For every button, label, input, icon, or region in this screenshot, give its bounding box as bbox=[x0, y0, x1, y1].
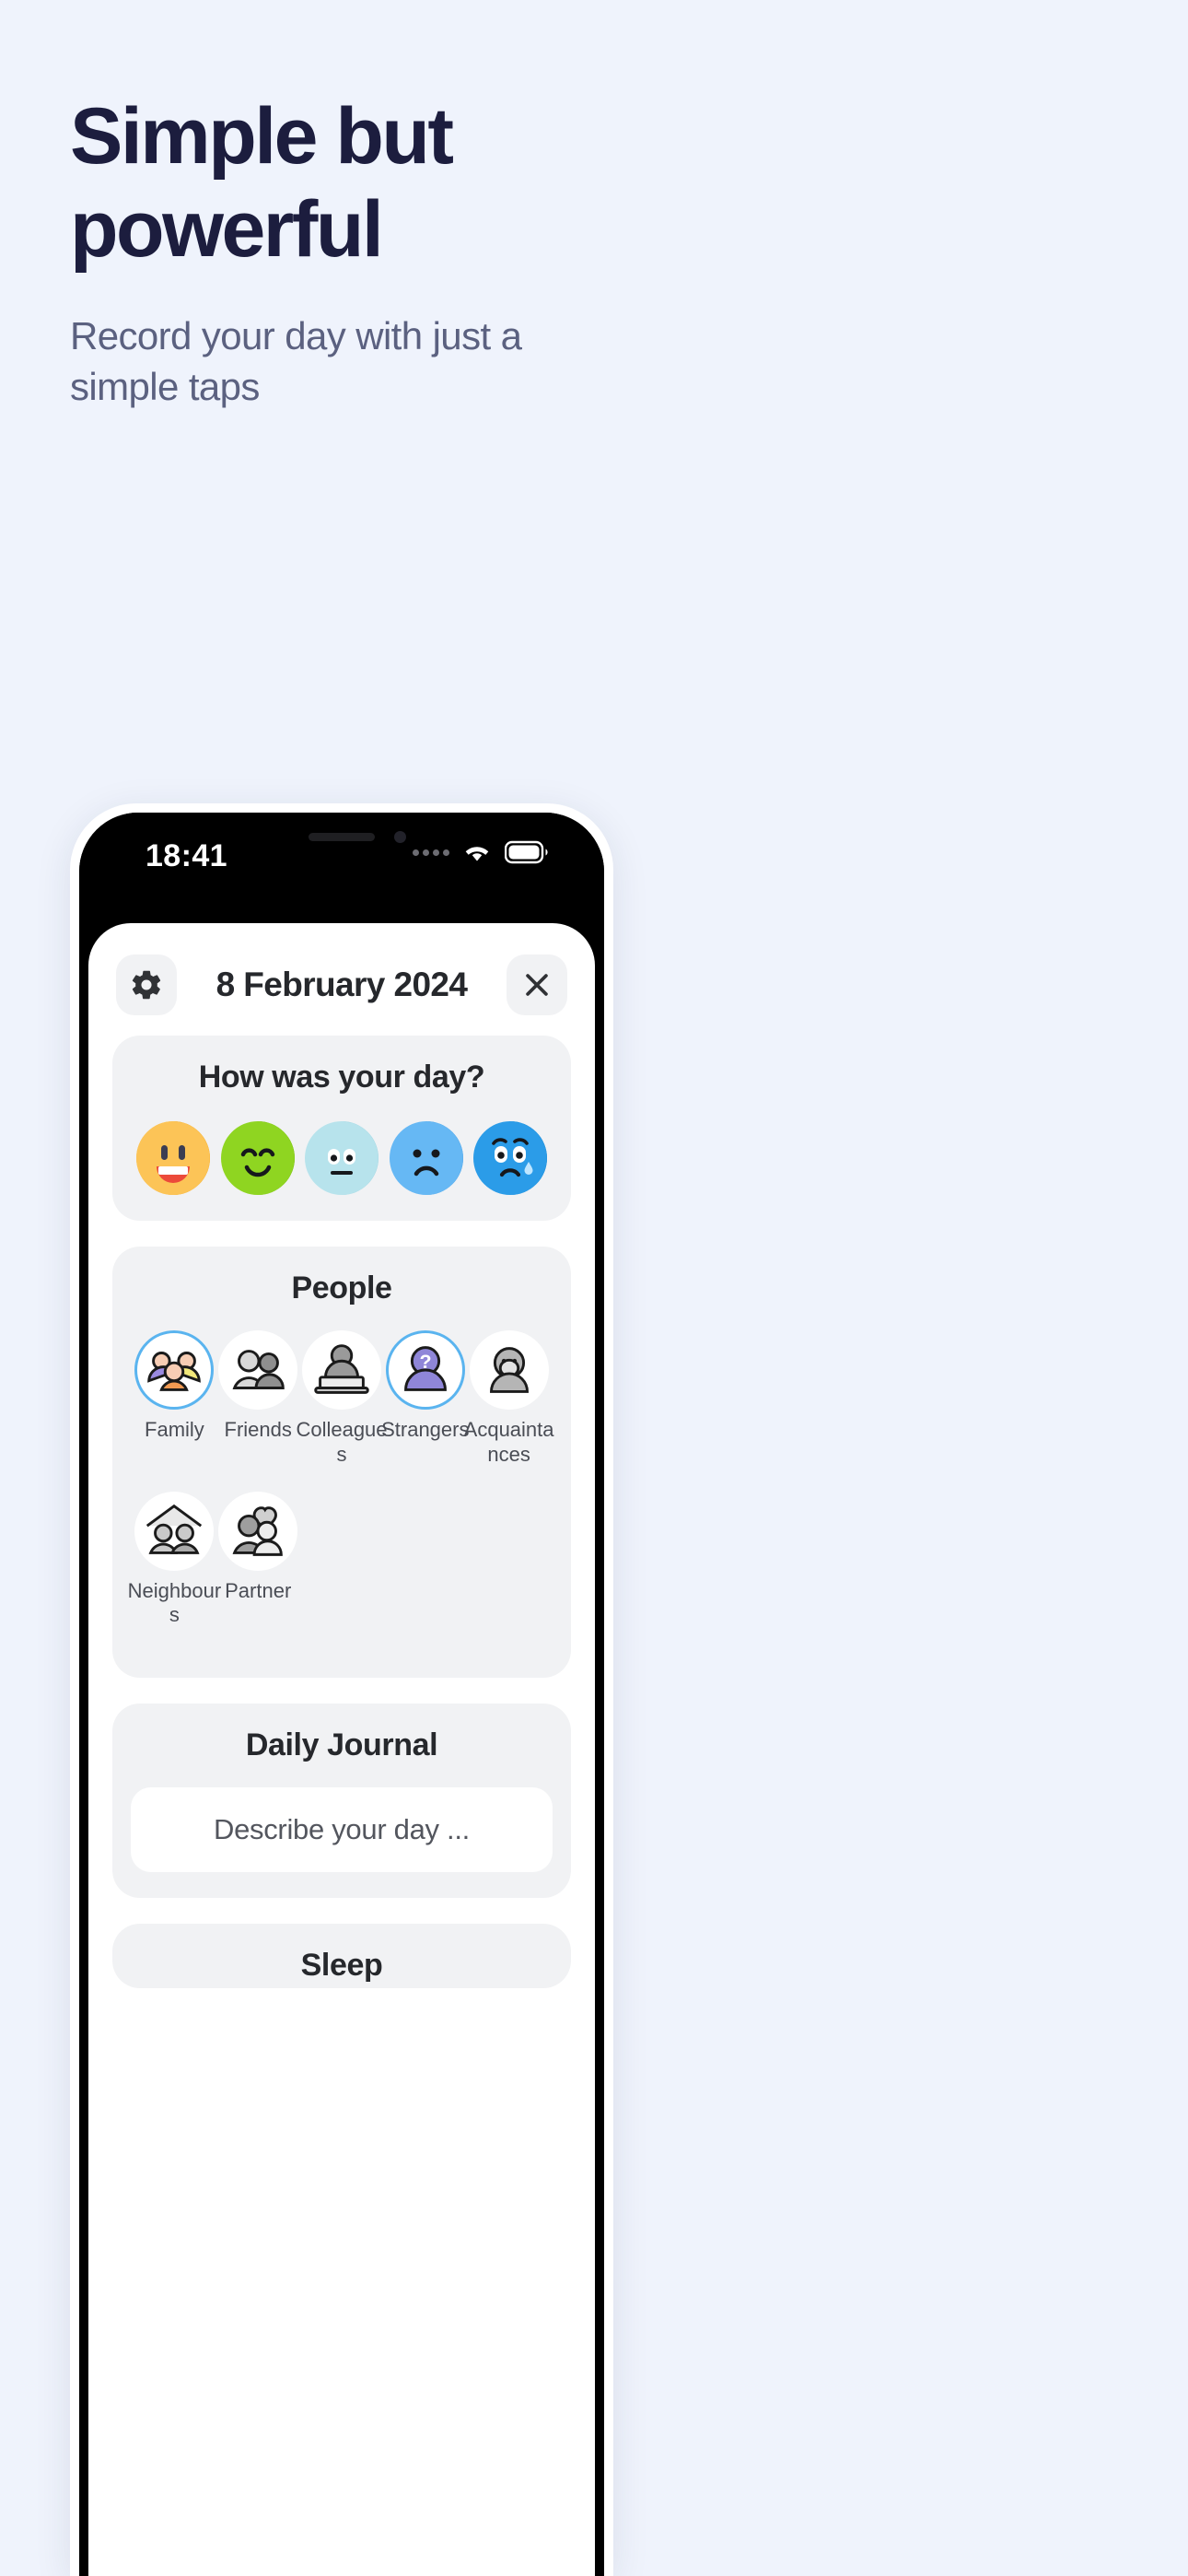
status-bar: 18:41 bbox=[79, 813, 604, 914]
hero-section: Simple but powerful Record your day with… bbox=[0, 0, 1188, 413]
next-card-partial: Sleep bbox=[112, 1924, 571, 1989]
mood-option-neutral[interactable] bbox=[305, 1121, 379, 1195]
person-label: Strangers bbox=[381, 1418, 470, 1441]
person-family[interactable]: Family bbox=[133, 1330, 216, 1468]
close-button[interactable] bbox=[506, 954, 567, 1015]
close-icon bbox=[526, 974, 548, 996]
person-colleagues[interactable]: Colleagues bbox=[296, 1330, 388, 1468]
svg-text:?: ? bbox=[419, 1351, 431, 1373]
person-friends[interactable]: Friends bbox=[216, 1330, 300, 1468]
journal-input[interactable]: Describe your day ... bbox=[131, 1787, 553, 1873]
neighbours-avatar-icon bbox=[134, 1491, 215, 1571]
people-card: People Family Friends Colleagues ? Stran… bbox=[112, 1247, 571, 1679]
strangers-avatar-icon: ? bbox=[385, 1330, 465, 1410]
status-time: 18:41 bbox=[146, 838, 227, 873]
person-strangers[interactable]: ? Strangers bbox=[381, 1330, 469, 1468]
colleagues-avatar-icon bbox=[301, 1330, 381, 1410]
mood-option-happy[interactable] bbox=[220, 1121, 295, 1195]
partner-avatar-icon bbox=[218, 1491, 298, 1571]
mood-option-sad[interactable] bbox=[389, 1121, 463, 1195]
journal-card-title: Daily Journal bbox=[245, 1727, 438, 1763]
person-neighbours[interactable]: Neighbours bbox=[128, 1491, 221, 1629]
person-label: Colleagues bbox=[296, 1418, 388, 1466]
mood-card-title: How was your day? bbox=[198, 1060, 485, 1095]
app-header: 8 February 2024 bbox=[112, 923, 571, 1036]
battery-icon bbox=[505, 840, 549, 864]
friends-avatar-icon bbox=[218, 1330, 298, 1410]
front-camera-icon bbox=[394, 831, 406, 843]
next-card-title: Sleep bbox=[300, 1948, 383, 1984]
app-container: 8 February 2024 How was your day? People… bbox=[88, 923, 595, 2576]
phone-screen: 18:41 8 February 2024 How was your day? … bbox=[79, 813, 604, 2576]
speaker-grill bbox=[309, 833, 375, 841]
person-label: Partner bbox=[225, 1578, 292, 1602]
gear-icon bbox=[132, 970, 161, 1000]
person-label: Friends bbox=[224, 1418, 292, 1441]
settings-button[interactable] bbox=[116, 954, 177, 1015]
mood-option-very-sad[interactable] bbox=[473, 1121, 547, 1195]
mood-card: How was your day? bbox=[112, 1036, 571, 1221]
page-subtitle: Record your day with just a simple taps bbox=[70, 313, 522, 409]
phone-mockup: 18:41 8 February 2024 How was your day? … bbox=[70, 803, 613, 2576]
person-acquaintances[interactable]: Acquaintances bbox=[464, 1330, 554, 1468]
person-label: Family bbox=[145, 1418, 204, 1441]
person-partner[interactable]: Partner bbox=[216, 1491, 300, 1629]
current-date[interactable]: 8 February 2024 bbox=[216, 966, 468, 1004]
mood-options bbox=[131, 1121, 553, 1195]
page-title: Simple but powerful bbox=[70, 92, 454, 275]
people-list: Family Friends Colleagues ? Strangers Ac… bbox=[128, 1330, 554, 1652]
mood-option-very-happy[interactable] bbox=[136, 1121, 210, 1195]
person-label: Neighbours bbox=[127, 1578, 222, 1627]
wifi-icon bbox=[461, 840, 493, 864]
acquaintances-avatar-icon bbox=[469, 1330, 549, 1410]
person-label: Acquaintances bbox=[463, 1418, 554, 1466]
family-avatar-icon bbox=[134, 1330, 215, 1410]
people-card-title: People bbox=[291, 1270, 392, 1306]
signal-dots-icon bbox=[413, 849, 449, 856]
journal-card: Daily Journal Describe your day ... bbox=[112, 1704, 571, 1899]
